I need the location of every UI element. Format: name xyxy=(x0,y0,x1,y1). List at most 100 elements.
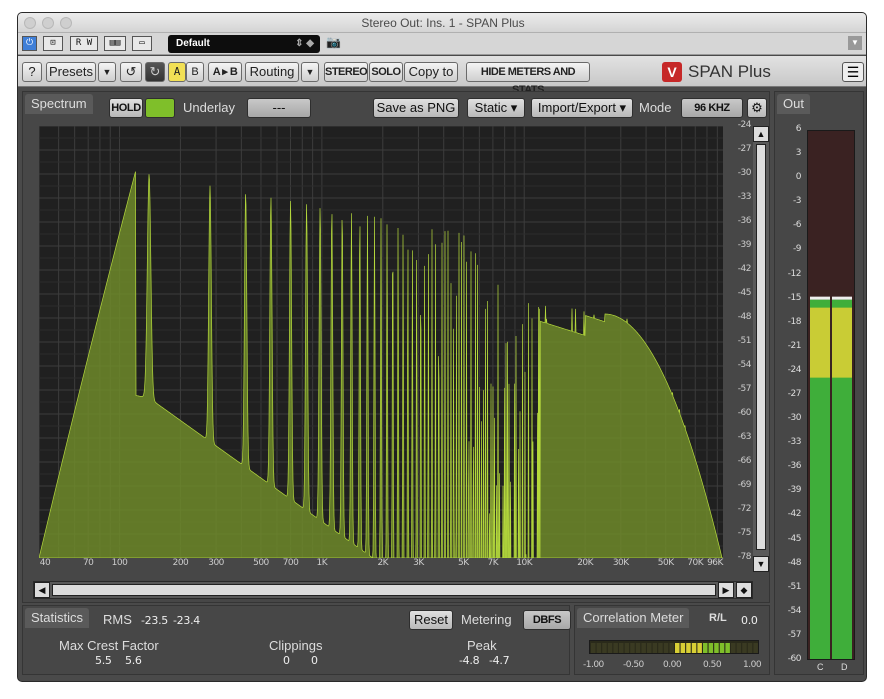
frequency-tick-label: 700 xyxy=(282,558,299,568)
close-window-button[interactable] xyxy=(24,17,36,29)
mode-select[interactable]: 96 KHZ xyxy=(681,98,743,118)
correlation-segment xyxy=(663,643,669,653)
vertical-scrollbar[interactable]: ▲ ▼ xyxy=(753,126,769,572)
import-export-dropdown[interactable]: Import/Export ▾ xyxy=(531,98,633,118)
settings-button[interactable]: ▭ xyxy=(132,36,152,51)
scroll-right-button[interactable]: ▶ xyxy=(718,582,734,598)
horizontal-scroll-thumb[interactable] xyxy=(52,584,716,596)
power-button[interactable]: ⏻ xyxy=(22,36,37,51)
host-dropdown-button[interactable]: ▼ xyxy=(848,36,862,50)
tab-correlation-meter[interactable]: Correlation Meter xyxy=(577,608,690,628)
db-tick-label: -51 xyxy=(737,336,752,346)
frequency-tick-label: 40 xyxy=(39,558,51,568)
underlay-label: Underlay xyxy=(183,100,236,115)
routing-dropdown-button[interactable]: ▼ xyxy=(301,62,319,82)
read-write-button[interactable]: R W xyxy=(70,36,98,51)
spectrum-settings-button[interactable]: ⚙ xyxy=(747,98,767,118)
save-png-button[interactable]: Save as PNG xyxy=(373,98,459,118)
camera-icon[interactable]: 📷 xyxy=(326,35,344,51)
plugin-window: Stereo Out: Ins. 1 - SPAN Plus ⏻ ⊡ R W ▤… xyxy=(17,12,867,682)
scroll-up-button[interactable]: ▲ xyxy=(753,126,769,142)
db-tick-label: -69 xyxy=(737,480,752,490)
vertical-scroll-thumb[interactable] xyxy=(756,144,766,550)
routing-button[interactable]: Routing xyxy=(245,62,299,82)
output-tick-label: -6 xyxy=(793,220,801,231)
output-tick-label: 3 xyxy=(795,148,802,159)
output-meter-channel xyxy=(810,296,830,659)
crest-right-value: 5.6 xyxy=(125,654,142,667)
db-tick-label: -30 xyxy=(737,168,752,178)
tab-statistics[interactable]: Statistics xyxy=(25,608,90,628)
preset-a-button[interactable]: A xyxy=(168,62,186,82)
correlation-segment xyxy=(753,643,758,653)
bypass-button[interactable]: ▤▤ xyxy=(104,36,126,51)
horizontal-scrollbar[interactable]: ◀ ▶ ◆ xyxy=(33,581,753,599)
frequency-tick-label: 100 xyxy=(111,558,128,568)
presets-dropdown-button[interactable]: ▼ xyxy=(98,62,116,82)
output-level-yellow-zone xyxy=(832,307,852,378)
metering-select[interactable]: DBFS xyxy=(523,610,571,630)
reset-button[interactable]: Reset xyxy=(409,610,453,630)
rms-label: RMS xyxy=(103,612,132,627)
preset-b-button[interactable]: B xyxy=(186,62,204,82)
spectrum-plot[interactable] xyxy=(38,125,724,575)
hold-button[interactable]: HOLD xyxy=(109,98,143,118)
correlation-segment xyxy=(691,643,697,653)
tab-out[interactable]: Out xyxy=(777,94,810,114)
correlation-segment xyxy=(736,643,742,653)
solo-button[interactable]: SOLO xyxy=(369,62,403,82)
crest-left-value: 5.5 xyxy=(95,654,112,667)
preset-arrows-icon[interactable]: ⇕ ◆ xyxy=(295,35,314,53)
hide-meters-button[interactable]: HIDE METERS AND STATS xyxy=(466,62,590,96)
preset-selector[interactable]: Default ⇕ ◆ xyxy=(168,35,320,53)
undo-button[interactable]: ↺ xyxy=(120,62,142,82)
frequency-tick-label: 70 xyxy=(82,558,94,568)
peak-hold-marker xyxy=(832,296,852,300)
correlation-tick-label: 0.00 xyxy=(663,660,682,670)
gear-icon: ⚙ xyxy=(751,100,763,115)
help-button[interactable]: ? xyxy=(22,62,42,82)
main-menu-button[interactable]: ☰ xyxy=(842,62,864,82)
correlation-value: 0.0 xyxy=(741,614,758,627)
presets-button[interactable]: Presets xyxy=(46,62,96,82)
peak-label: Peak xyxy=(467,638,497,653)
spectrum-panel: Spectrum HOLD Underlay --- Save as PNG S… xyxy=(22,91,770,603)
zoom-window-button[interactable] xyxy=(60,17,72,29)
redo-button[interactable]: ↻ xyxy=(145,62,165,82)
correlation-segment xyxy=(686,643,691,653)
compare-button[interactable]: ⊡ xyxy=(43,36,63,51)
correlation-segment xyxy=(731,643,736,653)
output-tick-label: -21 xyxy=(787,340,802,351)
rl-label: R/L xyxy=(709,612,727,624)
frequency-tick-label: 96K xyxy=(707,558,723,568)
output-level-meter xyxy=(807,130,855,660)
minimize-window-button[interactable] xyxy=(42,17,54,29)
frequency-tick-label: 10K xyxy=(516,558,533,568)
correlation-segment xyxy=(669,643,674,653)
db-tick-label: -66 xyxy=(737,456,752,466)
db-tick-label: -27 xyxy=(737,144,752,154)
db-tick-label: -42 xyxy=(737,264,752,274)
scroll-left-button[interactable]: ◀ xyxy=(34,582,50,598)
output-tick-label: -9 xyxy=(793,244,801,255)
static-dropdown[interactable]: Static ▾ xyxy=(467,98,525,118)
zoom-reset-button[interactable]: ◆ xyxy=(736,582,752,598)
correlation-panel: Correlation Meter R/L 0.0 -1.00 -0.50 0.00… xyxy=(574,605,770,675)
stereo-button[interactable]: STEREO xyxy=(324,62,368,82)
output-tick-label: -45 xyxy=(787,533,802,544)
clippings-label: Clippings xyxy=(269,638,323,653)
copy-to-button[interactable]: Copy to xyxy=(404,62,458,82)
underlay-select[interactable]: --- xyxy=(247,98,311,118)
mode-label: Mode xyxy=(639,100,672,115)
output-tick-label: -60 xyxy=(787,654,802,664)
output-tick-label: -54 xyxy=(787,605,802,616)
tab-spectrum[interactable]: Spectrum xyxy=(25,94,93,114)
hold-led-toggle[interactable] xyxy=(145,98,175,118)
correlation-segment xyxy=(714,643,719,653)
logo-text: SPAN Plus xyxy=(688,62,771,81)
rms-left-value: -23.5 xyxy=(141,614,168,627)
db-tick-label: -63 xyxy=(737,432,752,442)
scroll-down-button[interactable]: ▼ xyxy=(753,556,769,572)
correlation-segment xyxy=(591,643,596,653)
a-to-b-button[interactable]: A ▸ B xyxy=(208,62,242,82)
